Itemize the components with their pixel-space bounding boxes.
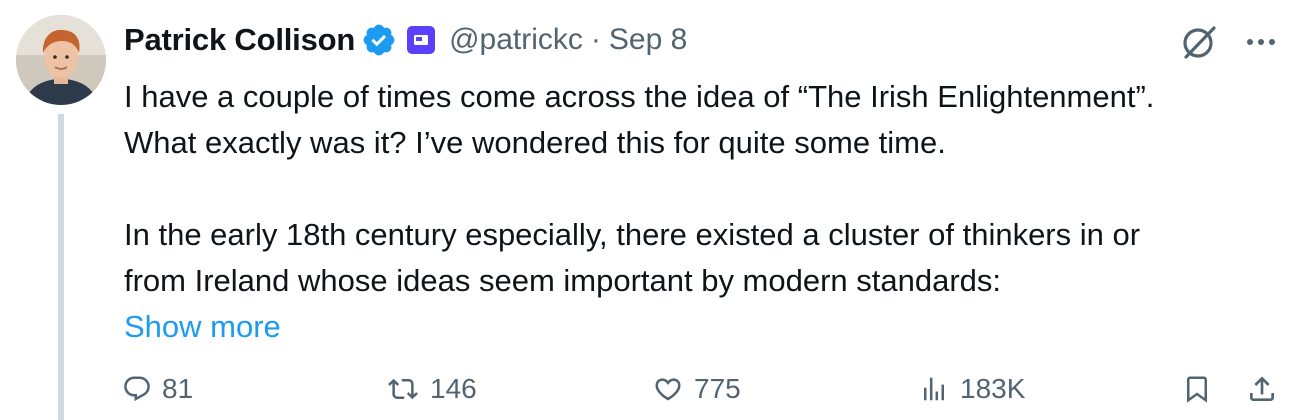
tweet-text-line: from Ireland whose ideas seem important … <box>124 263 1002 298</box>
meta-separator: · <box>590 23 601 56</box>
reply-button[interactable]: 81 <box>122 366 193 412</box>
verified-badge-icon <box>361 22 397 58</box>
share-icon <box>1250 376 1274 401</box>
tweet-actions: 81 146 775 183K <box>122 366 1282 412</box>
share-button[interactable] <box>1246 366 1278 412</box>
like-count: 775 <box>694 373 741 404</box>
heart-icon <box>655 378 681 401</box>
repost-count: 146 <box>430 373 477 404</box>
author-name[interactable]: Patrick Collison <box>124 22 355 58</box>
reply-icon <box>124 376 150 402</box>
more-icon[interactable] <box>1245 36 1277 48</box>
bookmark-icon <box>1187 376 1207 403</box>
thread-line <box>58 114 64 420</box>
views-count: 183K <box>960 373 1026 404</box>
tweet[interactable]: Patrick Collison @patrickc · Sep 8 I hav… <box>0 0 1295 420</box>
tweet-text-line: In the early 18th century especially, th… <box>124 217 1141 252</box>
repost-button[interactable]: 146 <box>386 366 477 412</box>
show-more-link[interactable]: Show more <box>124 309 281 344</box>
tweet-header: Patrick Collison @patrickc · Sep 8 <box>124 18 687 62</box>
tweet-date[interactable]: Sep 8 <box>609 23 687 57</box>
reply-count: 81 <box>162 373 194 404</box>
tweet-text-line: What exactly was it? I’ve wondered this … <box>124 125 946 160</box>
bookmark-button[interactable] <box>1182 366 1212 412</box>
avatar-photo <box>16 15 106 105</box>
avatar[interactable] <box>16 15 106 105</box>
views-icon <box>924 377 944 401</box>
grok-icon[interactable] <box>1179 22 1219 62</box>
tweet-text: I have a couple of times come across the… <box>124 74 1254 350</box>
affiliate-badge-icon[interactable] <box>407 26 436 54</box>
repost-icon <box>388 378 418 400</box>
tweet-top-actions <box>1179 22 1277 62</box>
views-button[interactable]: 183K <box>918 366 1025 412</box>
tweet-text-line: I have a couple of times come across the… <box>124 79 1155 114</box>
like-button[interactable]: 775 <box>652 366 741 412</box>
author-handle[interactable]: @patrickc <box>449 23 583 57</box>
